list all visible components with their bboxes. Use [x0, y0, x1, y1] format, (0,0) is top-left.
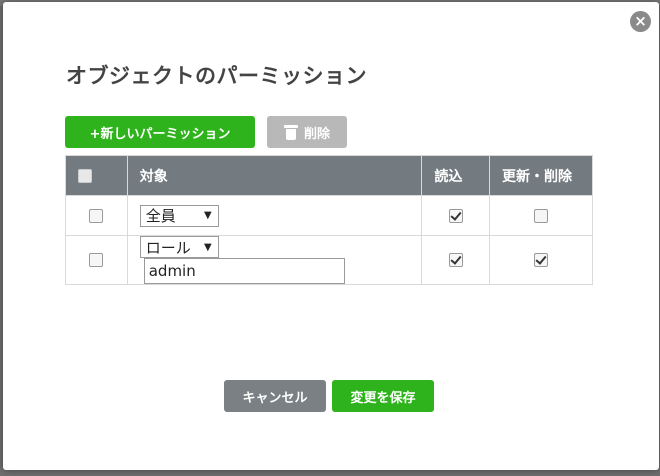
- header-target: 対象: [126, 155, 423, 196]
- table-header-row: 対象 読込 更新・削除: [65, 155, 594, 196]
- close-icon[interactable]: ×: [630, 11, 651, 32]
- select-all-checkbox[interactable]: [78, 168, 92, 183]
- table-row: 全員 ▼: [65, 195, 594, 236]
- read-checkbox[interactable]: [448, 208, 463, 223]
- target-type-select[interactable]: ロール ▼: [139, 236, 219, 258]
- dropdown-arrow-icon: ▼: [204, 210, 212, 221]
- select-all-header: [65, 155, 128, 196]
- target-type-value: ロール: [145, 238, 191, 257]
- dialog-title: オブジェクトのパーミッション: [66, 64, 367, 88]
- target-cell: 全員 ▼: [126, 195, 423, 236]
- read-cell: [421, 195, 490, 236]
- target-type-value: 全員: [145, 207, 176, 225]
- trash-icon: [283, 124, 298, 140]
- role-name-input[interactable]: [143, 258, 345, 284]
- update-delete-checkbox[interactable]: [533, 208, 548, 223]
- header-update-delete: 更新・削除: [488, 155, 594, 196]
- read-checkbox[interactable]: [448, 253, 463, 267]
- save-changes-button[interactable]: 変更を保存: [332, 380, 434, 412]
- target-type-select[interactable]: 全員 ▼: [139, 204, 219, 227]
- row-select-checkbox[interactable]: [89, 253, 104, 267]
- header-read: 読込: [421, 155, 490, 196]
- delete-button[interactable]: 削除: [267, 116, 347, 148]
- table-row: ロール ▼: [65, 235, 594, 285]
- delete-label: 削除: [303, 126, 330, 142]
- update-delete-cell: [488, 195, 594, 236]
- permissions-table: 対象 読込 更新・削除 全員 ▼ ロール ▼ admin: [65, 155, 594, 285]
- update-delete-cell: [488, 235, 594, 285]
- row-select-cell: [65, 235, 128, 285]
- dropdown-arrow-icon: ▼: [204, 241, 212, 253]
- read-cell: [421, 235, 490, 285]
- row-select-checkbox[interactable]: [89, 208, 104, 223]
- update-delete-checkbox[interactable]: [533, 253, 548, 267]
- cancel-button[interactable]: キャンセル: [224, 380, 326, 412]
- row-select-cell: [65, 195, 128, 236]
- target-cell: ロール ▼: [126, 235, 423, 285]
- add-permission-button[interactable]: +新しいパーミッション: [65, 116, 255, 148]
